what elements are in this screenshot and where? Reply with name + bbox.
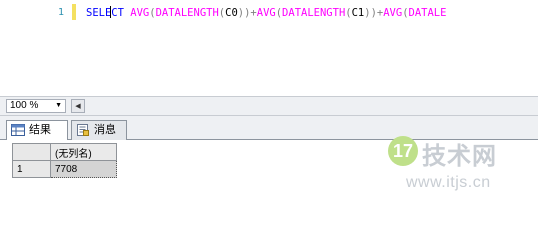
tab-results[interactable]: 结果 [6, 120, 68, 141]
code-token: AVG [130, 7, 150, 19]
chevron-down-icon: ▼ [55, 102, 62, 109]
code-token: C0 [225, 7, 238, 19]
code-token: AVG [383, 7, 403, 19]
code-token: DATALE [408, 7, 447, 19]
grid-corner[interactable] [12, 143, 51, 161]
table-row: 1 7708 [12, 160, 117, 178]
grid-icon [11, 124, 25, 136]
result-cell[interactable]: 7708 [50, 160, 117, 178]
site-watermark: 17 技术网 www.itjs.cn [388, 132, 534, 196]
code-token: ))+ [237, 7, 257, 19]
code-line[interactable]: SELECT AVG(DATALENGTH(C0))+AVG(DATALENGT… [86, 6, 446, 20]
watermark-badge: 17 [388, 136, 418, 166]
line-number: 1 [57, 7, 64, 18]
sql-editor[interactable]: 1 SELECT AVG(DATALENGTH(C0))+AVG(DATALEN… [0, 0, 538, 96]
code-token: CT [111, 7, 124, 19]
change-indicator [72, 4, 76, 20]
messages-icon [77, 124, 89, 136]
results-grid: (无列名) 1 7708 [12, 143, 117, 178]
watermark-brand: 技术网 [422, 142, 497, 170]
code-token: DATALENGTH [155, 7, 219, 19]
row-header[interactable]: 1 [12, 160, 51, 178]
tab-messages-label: 消息 [94, 123, 116, 136]
watermark-url: www.itjs.cn [406, 174, 491, 191]
grid-header-row: (无列名) [12, 143, 117, 161]
code-token: SELE [86, 7, 112, 19]
tab-messages[interactable]: 消息 [71, 120, 127, 140]
column-header[interactable]: (无列名) [50, 143, 117, 161]
zoom-dropdown[interactable]: 100 % ▼ [6, 99, 66, 113]
scroll-left-button[interactable]: ◀ [71, 99, 85, 113]
zoom-value: 100 % [10, 100, 39, 111]
code-token: ))+ [364, 7, 384, 19]
editor-status-strip: 100 % ▼ ◀ [0, 96, 538, 116]
code-token: DATALENGTH [282, 7, 346, 19]
code-token: C1 [351, 7, 365, 19]
tab-results-label: 结果 [29, 123, 51, 136]
code-token: AVG [256, 7, 276, 19]
